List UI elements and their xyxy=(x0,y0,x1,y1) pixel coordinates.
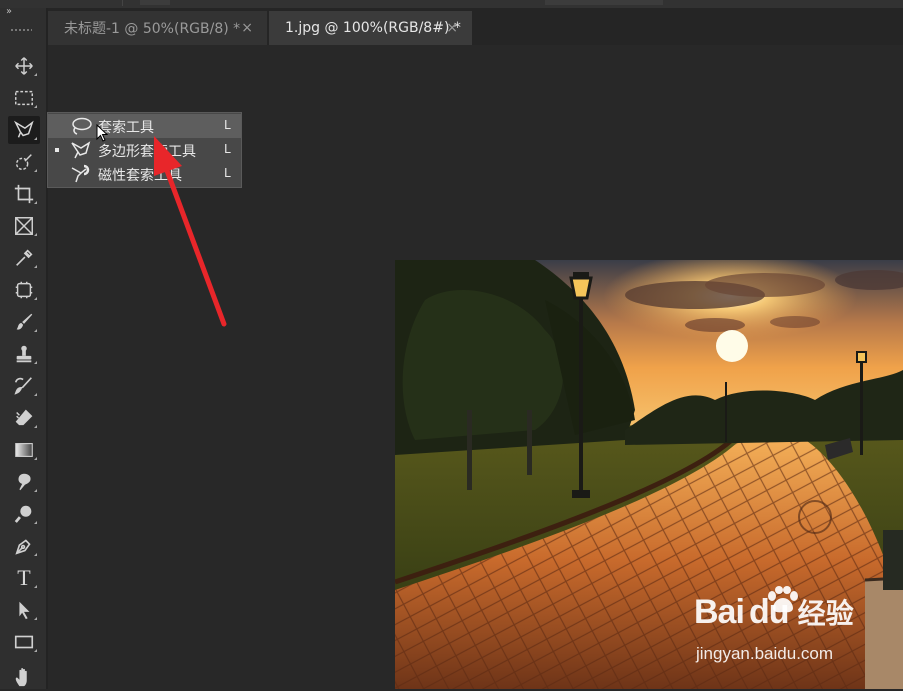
strip-control[interactable] xyxy=(140,0,170,5)
gradient-tool[interactable] xyxy=(8,436,40,464)
tab-label: 1.jpg @ 100%(RGB/8#) * xyxy=(285,20,461,36)
mouse-cursor-icon xyxy=(96,124,108,142)
lasso-icon xyxy=(72,117,92,135)
move-tool[interactable] xyxy=(8,52,40,80)
watermark-brand: Bai xyxy=(694,593,745,631)
brush-icon xyxy=(16,313,33,330)
lasso-tool[interactable] xyxy=(8,116,40,144)
hand-tool[interactable] xyxy=(8,663,40,691)
patch-icon xyxy=(15,281,33,299)
magnetic-lasso-icon xyxy=(71,164,90,183)
type-tool[interactable]: T xyxy=(8,564,40,592)
eyedropper-icon xyxy=(16,249,33,266)
rectangle-icon xyxy=(14,635,34,649)
pen-icon xyxy=(15,539,31,555)
crop-icon xyxy=(14,184,34,204)
type-icon: T xyxy=(17,565,31,590)
arrow-icon xyxy=(19,601,30,620)
brush-tool[interactable] xyxy=(8,308,40,336)
blur-tool[interactable] xyxy=(8,468,40,496)
tab-1-jpg[interactable]: 1.jpg @ 100%(RGB/8#) * × xyxy=(269,11,472,45)
polygonal-lasso-icon xyxy=(71,141,91,159)
history-brush-tool[interactable] xyxy=(8,372,40,400)
shape-tool[interactable] xyxy=(8,628,40,656)
baidu-paw-icon xyxy=(768,586,798,613)
blur-icon xyxy=(18,473,31,491)
rect-marquee-icon xyxy=(15,90,33,106)
tab-close-icon[interactable]: × xyxy=(241,20,253,36)
quick-select-icon xyxy=(15,154,32,171)
tab-label: 未标题-1 @ 50%(RGB/8) * xyxy=(64,21,241,37)
eyedropper-tool[interactable] xyxy=(8,244,40,272)
path-selection-tool[interactable] xyxy=(8,596,40,624)
document-tab-bar: 未标题-1 @ 50%(RGB/8) * × 1.jpg @ 100%(RGB/… xyxy=(48,8,903,45)
polygonal-lasso-icon xyxy=(13,120,34,138)
gradient-icon xyxy=(15,443,33,457)
frame-icon xyxy=(15,217,33,235)
eraser-tool[interactable] xyxy=(8,404,40,432)
hand-icon xyxy=(15,668,27,687)
strip-separator xyxy=(122,0,123,6)
top-strip xyxy=(0,0,903,8)
annotation-arrow xyxy=(154,136,227,327)
current-tool-indicator xyxy=(55,148,59,152)
tab-close-icon[interactable]: × xyxy=(446,20,458,36)
marquee-tool[interactable] xyxy=(8,84,40,112)
strip-control-right[interactable] xyxy=(545,0,663,5)
watermark-suffix: 经验 xyxy=(797,598,854,629)
tab-untitled-1[interactable]: 未标题-1 @ 50%(RGB/8) * × xyxy=(48,11,268,45)
dodge-icon xyxy=(14,505,32,523)
crop-tool[interactable] xyxy=(8,180,40,208)
quick-selection-tool[interactable] xyxy=(8,148,40,176)
stamp-tool[interactable] xyxy=(8,340,40,368)
watermark-url: jingyan.baidu.com xyxy=(696,644,834,663)
collapse-panel-icon[interactable]: ›› xyxy=(6,6,12,17)
stamp-icon xyxy=(16,345,32,363)
move-icon xyxy=(15,57,33,75)
panel-grip[interactable] xyxy=(10,28,32,33)
frame-tool[interactable] xyxy=(8,212,40,240)
dodge-tool[interactable] xyxy=(8,500,40,528)
history-brush-icon xyxy=(14,377,32,395)
pen-tool[interactable] xyxy=(8,532,40,560)
baidu-jingyan-watermark: Bai du 经验 jingyan.baidu.com xyxy=(694,586,854,663)
tools-panel: ›› T xyxy=(0,6,48,691)
eraser-icon xyxy=(15,409,33,426)
healing-tool[interactable] xyxy=(8,276,40,304)
